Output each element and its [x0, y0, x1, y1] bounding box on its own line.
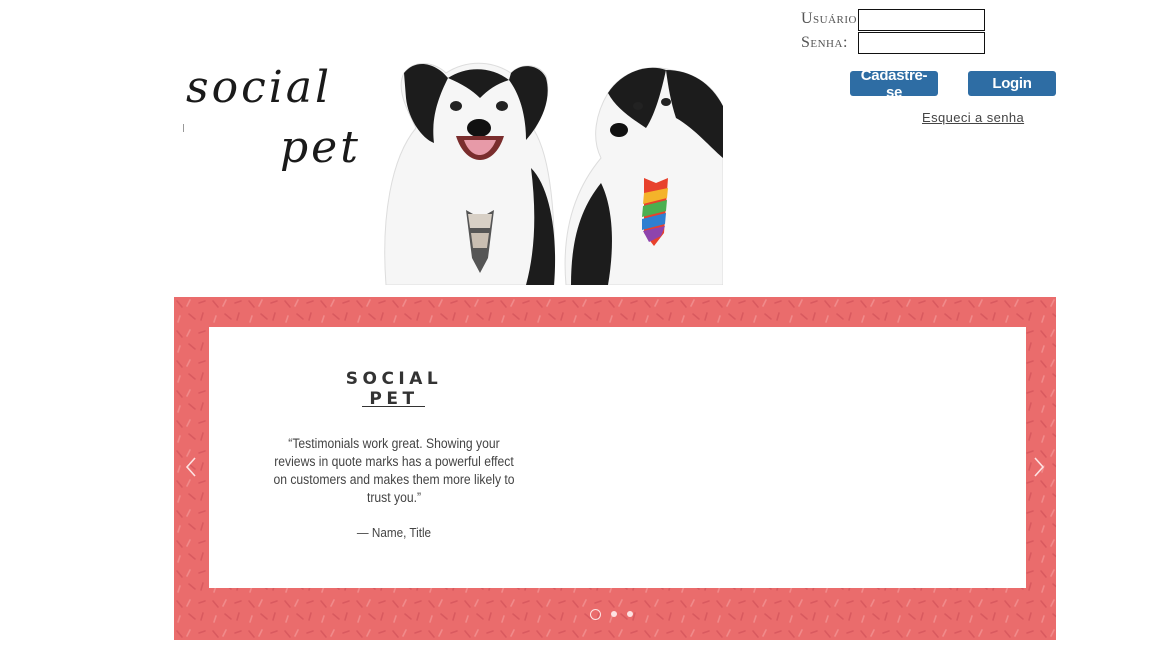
- testimonial-quote: “Testimonials work great. Showing your r…: [273, 436, 515, 505]
- chevron-right-icon[interactable]: [1032, 455, 1046, 479]
- slide-dot-1[interactable]: [590, 608, 601, 620]
- testimonial-card: SOCIAL PET “Testimonials work great. Sho…: [209, 327, 1026, 588]
- username-input[interactable]: [858, 9, 985, 31]
- logo-divider: [183, 124, 184, 132]
- logo-text-social: social: [186, 62, 333, 113]
- password-label: Senha:: [801, 34, 848, 51]
- logo-text-pet: pet: [280, 122, 361, 173]
- signup-button[interactable]: Cadastre-se: [850, 67, 938, 101]
- dogs-illustration: [384, 62, 723, 285]
- chevron-left-icon[interactable]: [184, 455, 198, 479]
- testimonial-slideshow: SOCIAL PET “Testimonials work great. Sho…: [174, 297, 1056, 640]
- username-label: Usuário:: [801, 10, 862, 27]
- testimonial-author: — Name, Title: [356, 525, 432, 540]
- forgot-password-link[interactable]: Esqueci a senha: [922, 110, 1024, 125]
- title-divider: [362, 406, 425, 407]
- hero-dogs-image: [376, 18, 723, 285]
- site-logo[interactable]: social pet: [183, 62, 374, 182]
- login-button[interactable]: Login: [968, 71, 1056, 96]
- password-input[interactable]: [858, 32, 985, 54]
- slide-title: SOCIAL PET: [345, 369, 443, 409]
- slide-dot-3[interactable]: [627, 611, 633, 617]
- slide-dots: [590, 608, 633, 620]
- slide-dot-2[interactable]: [611, 611, 617, 617]
